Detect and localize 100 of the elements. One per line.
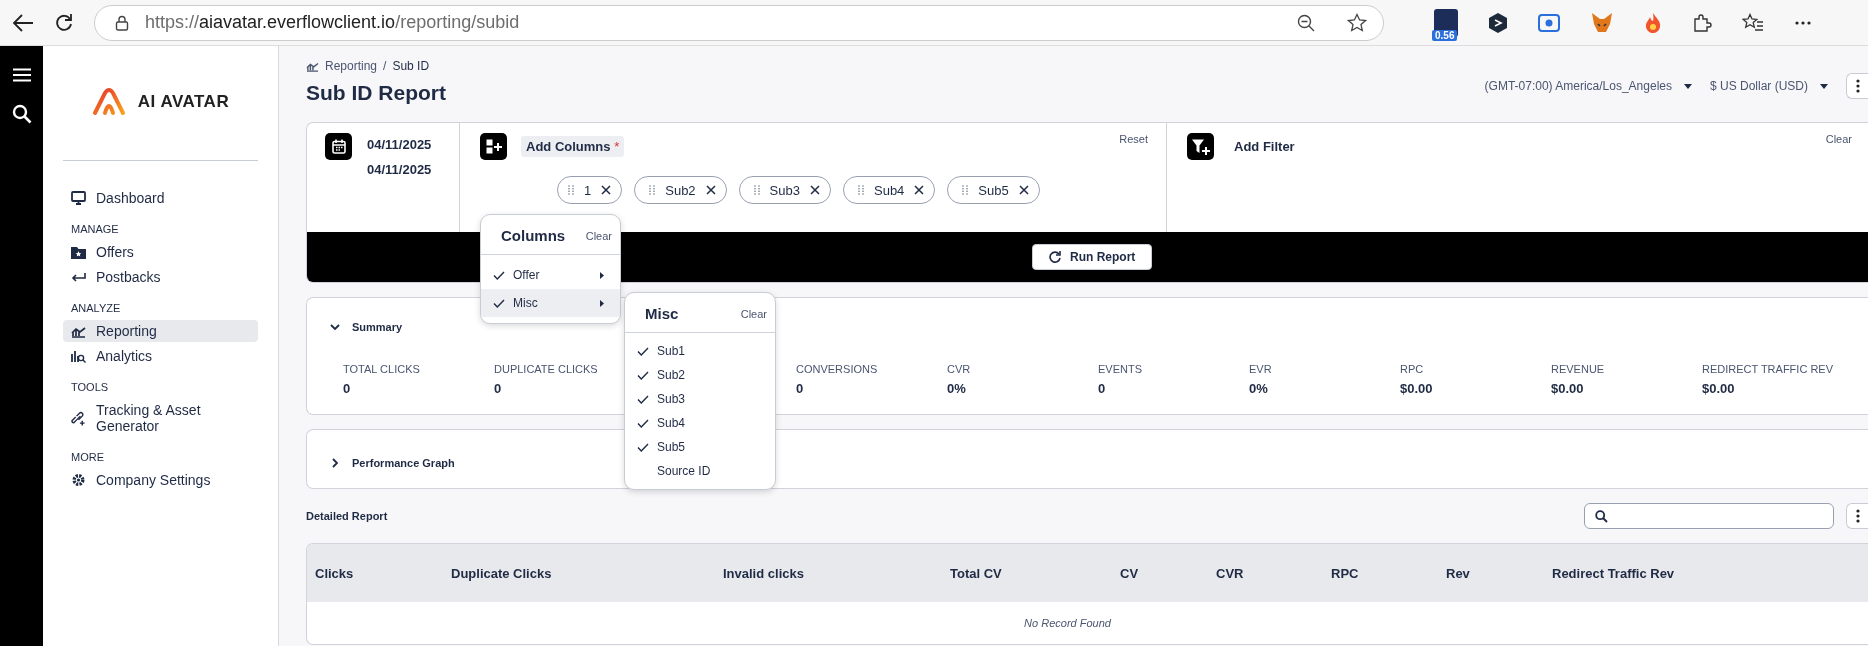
extension-icon[interactable] <box>1488 11 1508 34</box>
metric-value: 0% <box>947 381 966 396</box>
clear-link[interactable]: Clear <box>585 229 612 242</box>
fox-icon[interactable] <box>1590 11 1614 34</box>
logo-text: AI AVATAR <box>137 92 230 112</box>
column-header[interactable]: Duplicate Clicks <box>451 565 723 581</box>
column-header[interactable]: Invalid clicks <box>723 565 950 581</box>
chevron-icon <box>330 322 340 332</box>
metric-value: 0 <box>796 381 804 396</box>
metric-label: EVENTS <box>1098 363 1142 375</box>
reset-link[interactable]: Reset <box>1119 133 1148 145</box>
zoom-out-icon[interactable] <box>1297 13 1315 32</box>
menu-icon[interactable] <box>12 68 31 82</box>
refresh-icon <box>1049 251 1061 263</box>
check-icon <box>637 442 649 452</box>
menu-item[interactable]: Sub1 <box>625 339 775 363</box>
close-icon[interactable] <box>914 185 925 195</box>
column-header[interactable]: CV <box>1120 565 1216 581</box>
add-filter-label[interactable]: Add Filter <box>1234 139 1295 232</box>
more-options-button[interactable] <box>1846 503 1868 529</box>
menu-item[interactable]: Sub2 <box>625 363 775 387</box>
close-icon[interactable] <box>1018 185 1029 195</box>
kebab-icon <box>1855 509 1860 523</box>
add-column-icon <box>485 139 502 154</box>
monitor-icon <box>71 191 86 205</box>
metric-value: $0.00 <box>1551 381 1584 396</box>
favorites-icon[interactable] <box>1742 12 1764 33</box>
address-bar[interactable]: https://aiavatar.everflowclient.io/reporting/subid <box>94 4 1384 41</box>
currency-dropdown[interactable]: $ US Dollar (USD) <box>1710 79 1828 93</box>
puzzle-icon[interactable] <box>1692 12 1712 33</box>
chart-icon <box>71 324 86 338</box>
search-field[interactable] <box>1584 503 1834 529</box>
search-icon <box>1595 509 1608 523</box>
section-heading: MORE <box>71 451 105 463</box>
summary-toggle[interactable]: Summary <box>330 321 403 333</box>
caret-icon <box>1684 83 1692 89</box>
section-title: Detailed Report <box>306 510 388 522</box>
close-icon[interactable] <box>601 185 612 195</box>
calendar-button[interactable] <box>325 133 352 160</box>
metric-value: 0 <box>1098 381 1106 396</box>
add-columns-label[interactable]: Add Columns * <box>521 136 625 157</box>
more-options-button[interactable] <box>1846 73 1868 99</box>
return-arrow-icon <box>71 272 86 282</box>
metric-label: REDIRECT TRAFFIC REV <box>1702 363 1833 375</box>
chevron-icon <box>330 458 340 468</box>
menu-item[interactable]: Offer <box>481 261 620 289</box>
reload-icon[interactable] <box>54 12 74 33</box>
flame-icon[interactable] <box>1644 11 1662 34</box>
run-report-button[interactable]: Run Report <box>1032 244 1153 270</box>
link-icon <box>71 410 86 426</box>
menu-item[interactable]: Sub5 <box>625 435 775 459</box>
kebab-icon <box>1855 79 1860 93</box>
clear-link[interactable]: Clear <box>740 307 767 320</box>
column-header[interactable]: Redirect Traffic Rev <box>1552 565 1675 581</box>
menu-item[interactable]: Misc <box>481 289 620 317</box>
drag-handle-icon <box>568 185 574 195</box>
metric-label: CONVERSIONS <box>796 363 878 375</box>
add-columns-button[interactable] <box>480 133 507 160</box>
nav-item[interactable]: Company Settings <box>63 469 258 491</box>
check-icon <box>637 370 649 380</box>
column-header[interactable]: RPC <box>1331 565 1446 581</box>
nav-item[interactable]: Reporting <box>63 320 258 342</box>
nav-item[interactable]: Dashboard <box>63 187 258 209</box>
more-icon[interactable] <box>1794 19 1812 26</box>
search-icon[interactable] <box>11 104 32 124</box>
metric-value: $0.00 <box>1702 381 1735 396</box>
drag-handle-icon <box>858 185 864 195</box>
date-text[interactable]: 04/11/2025 <box>367 162 432 177</box>
metric-label: CVR <box>947 363 971 375</box>
menu-title: Misc <box>645 305 679 322</box>
menu-item[interactable]: Sub3 <box>625 387 775 411</box>
menu-item[interactable]: Source ID <box>625 459 775 483</box>
column-header[interactable]: CVR <box>1216 565 1331 581</box>
nav-item[interactable]: Analytics <box>63 345 258 367</box>
timezone-dropdown[interactable]: (GMT-07:00) America/Los_Angeles <box>1484 79 1692 93</box>
metric-label: DUPLICATE CLICKS <box>494 363 598 375</box>
clear-link[interactable]: Clear <box>1825 133 1852 232</box>
nav-item[interactable]: Tracking & Asset Generator <box>63 399 258 437</box>
caret-icon <box>1820 83 1828 89</box>
metric-label: EVR <box>1249 363 1272 375</box>
lock-icon <box>115 14 129 31</box>
add-filter-button[interactable] <box>1187 133 1214 160</box>
check-icon <box>637 418 649 428</box>
nav-item[interactable]: Postbacks <box>63 266 258 288</box>
menu-item[interactable]: Sub4 <box>625 411 775 435</box>
nav-item[interactable]: Offers <box>63 241 258 263</box>
analytics-icon <box>71 349 86 363</box>
column-header[interactable]: Clicks <box>315 565 451 581</box>
star-icon[interactable] <box>1347 12 1367 33</box>
date-text[interactable]: 04/11/2025 <box>367 137 432 152</box>
breadcrumb-link[interactable]: Reporting <box>325 59 378 73</box>
extension-badge: 0.56 <box>1432 29 1458 41</box>
close-icon[interactable] <box>810 185 820 195</box>
column-header[interactable]: Rev <box>1446 565 1552 581</box>
column-header[interactable]: Total CV <box>950 565 1120 581</box>
section-heading: ANALYZE <box>71 302 122 314</box>
back-icon[interactable] <box>12 13 34 32</box>
close-icon[interactable] <box>705 185 716 195</box>
performance-graph-toggle[interactable]: Performance Graph <box>330 457 455 469</box>
metric-value: 0 <box>494 381 502 396</box>
